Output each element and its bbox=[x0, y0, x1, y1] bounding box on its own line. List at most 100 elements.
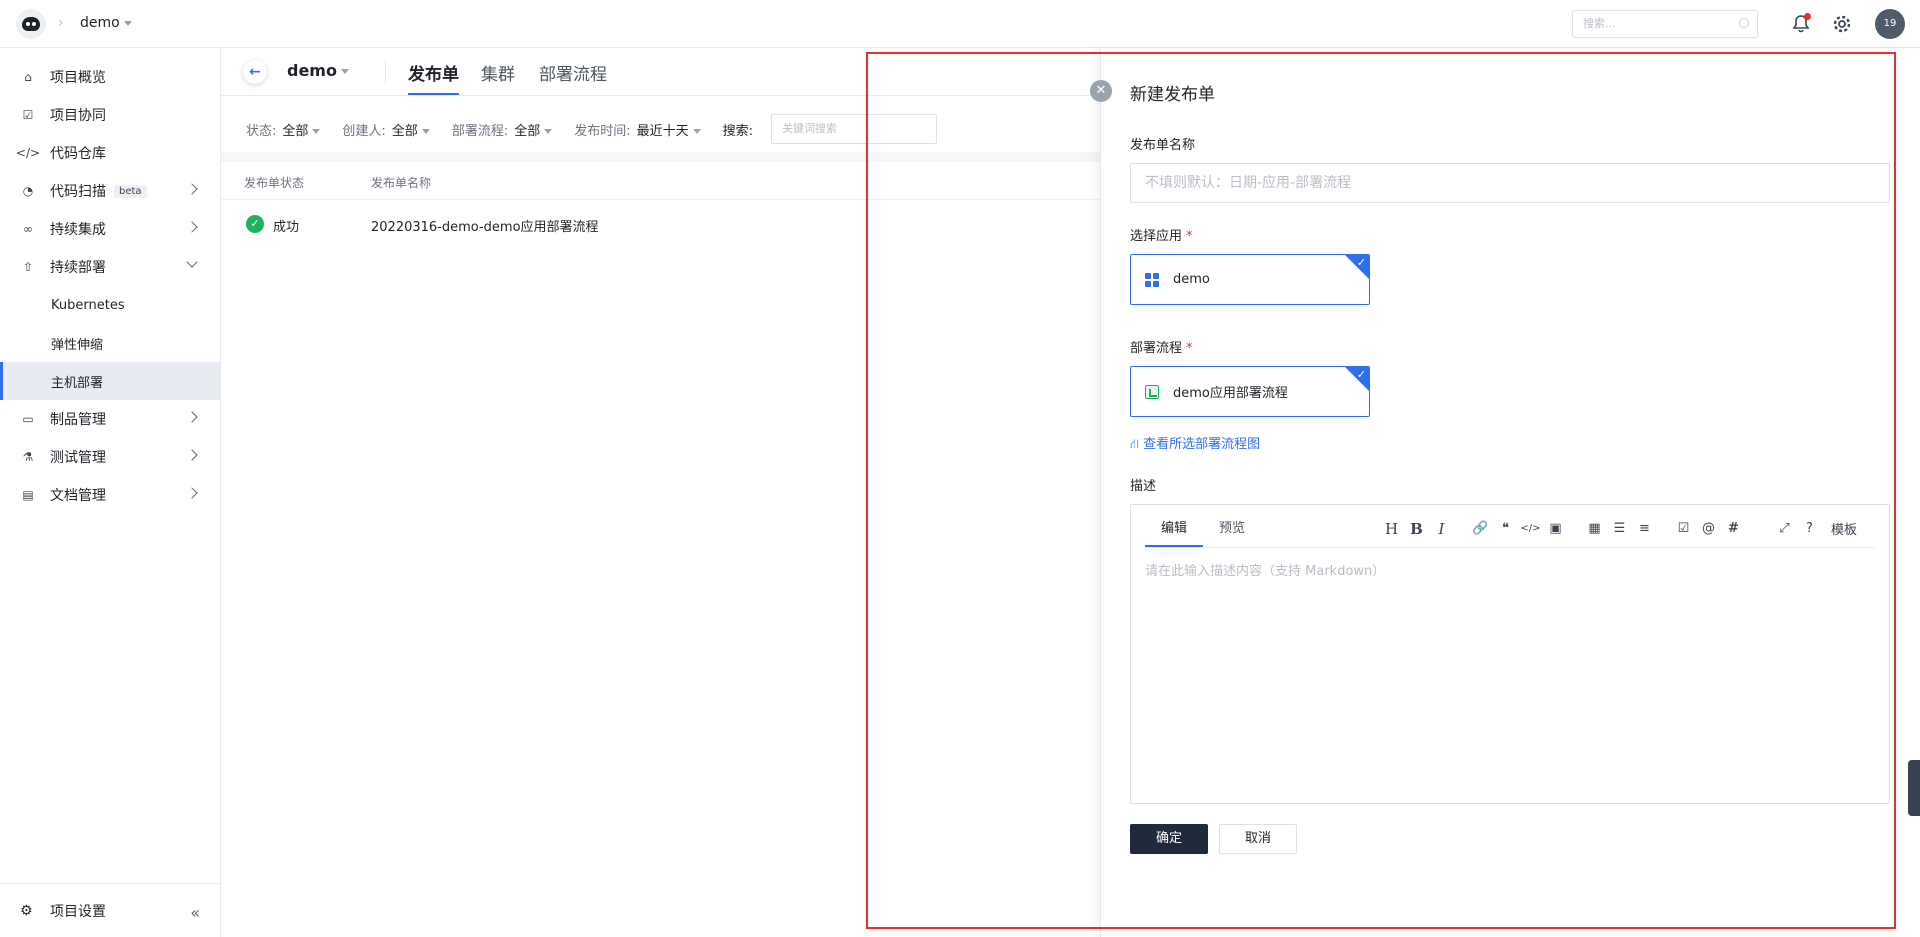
tab-cluster[interactable]: 集群 bbox=[481, 60, 515, 85]
deploy-flow-label: 部署流程 * bbox=[1130, 337, 1193, 356]
row-name[interactable]: 20220316-demo-demo应用部署流程 bbox=[371, 216, 599, 235]
sidebar-item-label: 代码扫描 bbox=[50, 184, 106, 200]
sidebar-item-label: 主机部署 bbox=[51, 375, 104, 391]
flow-option-label: demo应用部署流程 bbox=[1173, 386, 1288, 401]
chevron-down-icon bbox=[692, 128, 701, 134]
code-icon: </> bbox=[15, 146, 41, 160]
project-switcher[interactable]: demo bbox=[80, 15, 132, 31]
main-content: ← demo 发布单 集群 部署流程 状态: 全部 创建人: 全部 部署流程: … bbox=[221, 48, 1100, 937]
chevron-down-icon bbox=[544, 128, 553, 134]
tab-release[interactable]: 发布单 bbox=[408, 60, 459, 95]
italic-icon[interactable]: I bbox=[1429, 520, 1454, 538]
ordered-list-icon[interactable]: ☰ bbox=[1607, 521, 1632, 536]
infinity-icon: ∞ bbox=[23, 222, 33, 236]
select-app-label: 选择应用 * bbox=[1130, 225, 1193, 244]
chevron-down-icon bbox=[186, 256, 198, 268]
mention-icon[interactable]: @ bbox=[1696, 521, 1721, 536]
app-option-card[interactable]: demo ✓ bbox=[1130, 254, 1370, 305]
sidebar-item-autoscale[interactable]: 弹性伸缩 bbox=[0, 324, 220, 362]
filter-value: 全部 bbox=[391, 123, 418, 139]
gear-icon: ⚙ bbox=[20, 902, 33, 919]
tab-preview[interactable]: 预览 bbox=[1203, 515, 1261, 547]
project-name: demo bbox=[80, 15, 120, 31]
fullscreen-icon[interactable]: ⤢ bbox=[1772, 521, 1797, 536]
filter-label: 发布时间: bbox=[574, 123, 631, 139]
chevron-down-icon bbox=[340, 69, 349, 74]
description-label: 描述 bbox=[1130, 479, 1157, 494]
release-name-label: 发布单名称 bbox=[1130, 138, 1196, 153]
close-icon[interactable]: ✕ bbox=[1090, 80, 1112, 102]
column-header-name: 发布单名称 bbox=[371, 176, 432, 190]
app-switcher[interactable]: demo bbox=[287, 61, 349, 80]
view-flow-diagram-link[interactable]: ⛙ 查看所选部署流程图 bbox=[1130, 433, 1260, 454]
app-option-label: demo bbox=[1173, 272, 1210, 287]
flow-filter[interactable]: 全部 bbox=[514, 120, 553, 139]
chevron-down-icon bbox=[421, 128, 430, 134]
sidebar-item-repo[interactable]: </> 代码仓库 bbox=[0, 134, 220, 172]
flow-option-card[interactable]: demo应用部署流程 ✓ bbox=[1130, 366, 1370, 417]
sidebar-item-host-deploy[interactable]: 主机部署 bbox=[0, 362, 220, 400]
sidebar-item-testing[interactable]: ⚗ 测试管理 bbox=[0, 438, 220, 476]
sidebar-item-label: 制品管理 bbox=[50, 412, 106, 428]
task-list-icon[interactable]: ☑ bbox=[1671, 521, 1696, 536]
filter-value: 全部 bbox=[282, 123, 309, 139]
bullet-list-icon[interactable]: ≡ bbox=[1632, 521, 1657, 536]
image-icon[interactable]: ▣ bbox=[1543, 521, 1568, 536]
sidebar-item-kubernetes[interactable]: Kubernetes bbox=[0, 286, 220, 324]
sidebar-item-docs[interactable]: ▤ 文档管理 bbox=[0, 476, 220, 514]
global-search-input[interactable]: 搜索... bbox=[1572, 10, 1758, 38]
link-icon[interactable]: 🔗 bbox=[1468, 521, 1493, 536]
chevron-down-icon bbox=[123, 20, 132, 26]
sidebar-item-collab[interactable]: ☑ 项目协同 bbox=[0, 96, 220, 134]
help-icon[interactable]: ? bbox=[1797, 521, 1822, 536]
tab-deploy-flow[interactable]: 部署流程 bbox=[539, 60, 607, 85]
sidebar-item-ci[interactable]: ∞ 持续集成 bbox=[0, 210, 220, 248]
table-icon[interactable]: ▦ bbox=[1582, 521, 1607, 536]
sidebar-item-scan[interactable]: ◔ 代码扫描 beta bbox=[0, 172, 220, 210]
side-handle[interactable] bbox=[1908, 760, 1920, 816]
description-textarea[interactable]: 请在此输入描述内容（支持 Markdown） bbox=[1145, 560, 1385, 579]
sidebar-item-artifacts[interactable]: ▭ 制品管理 bbox=[0, 400, 220, 438]
chevron-right-icon bbox=[186, 183, 198, 195]
flow-icon bbox=[1145, 384, 1159, 399]
required-mark: * bbox=[1186, 341, 1193, 356]
label-text: 选择应用 bbox=[1130, 229, 1183, 244]
time-filter[interactable]: 最近十天 bbox=[637, 120, 701, 139]
logo-icon[interactable] bbox=[16, 9, 46, 39]
heading-icon[interactable]: H bbox=[1379, 520, 1404, 538]
flask-icon: ⚗ bbox=[22, 450, 34, 464]
sidebar-item-cd[interactable]: ⇧ 持续部署 bbox=[0, 248, 220, 286]
sidebar-item-label: 弹性伸缩 bbox=[51, 337, 104, 353]
sidebar-item-overview[interactable]: ⌂ 项目概览 bbox=[0, 58, 220, 96]
back-arrow-icon[interactable]: ← bbox=[243, 60, 267, 84]
box-icon: ▭ bbox=[22, 412, 34, 426]
avatar[interactable]: 19 bbox=[1875, 9, 1905, 39]
template-button[interactable]: 模板 bbox=[1822, 519, 1866, 538]
sidebar-item-settings[interactable]: ⚙ 项目设置 « bbox=[0, 883, 220, 937]
table-row[interactable]: ✓ 成功 20220316-demo-demo应用部署流程 bbox=[221, 200, 1100, 248]
quote-icon[interactable]: ❝ bbox=[1493, 521, 1518, 536]
confirm-button[interactable]: 确定 bbox=[1130, 824, 1208, 854]
cancel-button[interactable]: 取消 bbox=[1219, 824, 1297, 854]
release-name-input[interactable]: 不填则默认：日期-应用-部署流程 bbox=[1130, 163, 1890, 203]
hashtag-icon[interactable]: # bbox=[1721, 521, 1746, 536]
gear-icon[interactable] bbox=[1831, 13, 1853, 35]
tab-edit[interactable]: 编辑 bbox=[1145, 515, 1204, 547]
collapse-sidebar-icon[interactable]: « bbox=[190, 903, 200, 922]
sidebar-item-label: 项目概览 bbox=[50, 70, 106, 86]
label-text: 部署流程 bbox=[1130, 341, 1183, 356]
status-filter[interactable]: 全部 bbox=[282, 120, 321, 139]
app-grid-icon bbox=[1145, 272, 1159, 287]
editor-toolbar: H B I 🔗 ❝ </> ▣ ▦ ☰ ≡ ☑ @ # ⤢ ? 模板 bbox=[1379, 519, 1866, 539]
checkmark-icon: ✓ bbox=[1356, 256, 1366, 269]
bell-icon[interactable] bbox=[1790, 13, 1812, 35]
code-icon[interactable]: </> bbox=[1518, 523, 1543, 534]
bold-icon[interactable]: B bbox=[1404, 520, 1429, 538]
keyword-search-input[interactable]: 关键词搜索 bbox=[771, 114, 938, 144]
filter-label: 创建人: bbox=[342, 123, 386, 139]
divider bbox=[385, 60, 386, 84]
search-icon bbox=[1739, 18, 1749, 28]
sidebar-item-label: 测试管理 bbox=[50, 450, 106, 466]
filter-bar: 状态: 全部 创建人: 全部 部署流程: 全部 发布时间: 最近十天 搜索: 关… bbox=[246, 114, 938, 144]
creator-filter[interactable]: 全部 bbox=[392, 120, 430, 139]
